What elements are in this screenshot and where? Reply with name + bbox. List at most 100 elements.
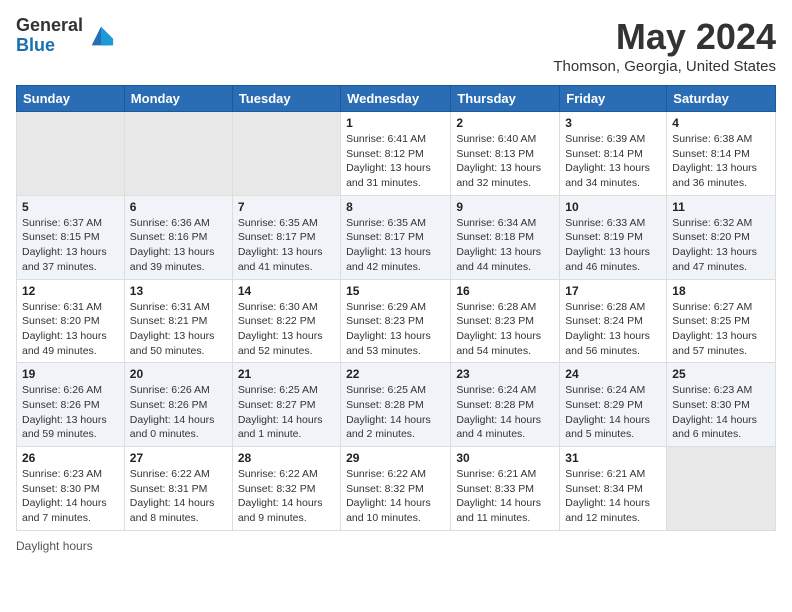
calendar-cell [124,112,232,196]
day-number: 13 [130,284,227,298]
day-info: Sunrise: 6:32 AM Sunset: 8:20 PM Dayligh… [672,216,770,275]
calendar-cell: 31 Sunrise: 6:21 AM Sunset: 8:34 PM Dayli… [560,447,667,531]
col-header-monday: Monday [124,86,232,112]
day-number: 23 [456,367,554,381]
month-title: May 2024 [553,16,776,58]
col-header-tuesday: Tuesday [232,86,340,112]
calendar-cell: 13 Sunrise: 6:31 AM Sunset: 8:21 PM Dayli… [124,279,232,363]
calendar-cell: 30Sunrise: 6:21 AM Sunset: 8:33 PM Dayli… [451,447,560,531]
day-number: 27 [130,451,227,465]
calendar-cell [667,447,776,531]
day-info: Sunrise: 6:21 AM Sunset: 8:34 PM Dayligh… [565,467,661,526]
location-title: Thomson, Georgia, United States [553,58,776,75]
calendar-cell: 3Sunrise: 6:39 AM Sunset: 8:14 PM Daylig… [560,112,667,196]
day-number: 22 [346,367,445,381]
day-number: 31 [565,451,661,465]
calendar-cell: 7 Sunrise: 6:35 AM Sunset: 8:17 PM Daylig… [232,195,340,279]
day-number: 25 [672,367,770,381]
day-number: 7 [238,200,335,214]
calendar-cell: 11 Sunrise: 6:32 AM Sunset: 8:20 PM Dayli… [667,195,776,279]
footer: Daylight hours [16,539,776,553]
day-number: 3 [565,116,661,130]
week-row-4: 19 Sunrise: 6:26 AM Sunset: 8:26 PM Dayli… [17,363,776,447]
day-info: Sunrise: 6:24 AM Sunset: 8:28 PM Dayligh… [456,383,554,442]
day-info: Sunrise: 6:29 AM Sunset: 8:23 PM Dayligh… [346,300,445,359]
calendar-cell: 15 Sunrise: 6:29 AM Sunset: 8:23 PM Dayli… [341,279,451,363]
calendar-cell: 23 Sunrise: 6:24 AM Sunset: 8:28 PM Dayli… [451,363,560,447]
day-number: 20 [130,367,227,381]
calendar-cell: 6 Sunrise: 6:36 AM Sunset: 8:16 PM Daylig… [124,195,232,279]
day-info: Sunrise: 6:41 AM Sunset: 8:12 PM Dayligh… [346,132,445,191]
day-info: Sunrise: 6:25 AM Sunset: 8:28 PM Dayligh… [346,383,445,442]
day-info: Sunrise: 6:23 AM Sunset: 8:30 PM Dayligh… [672,383,770,442]
calendar-cell: 10Sunrise: 6:33 AM Sunset: 8:19 PM Dayli… [560,195,667,279]
day-number: 26 [22,451,119,465]
calendar-cell: 21Sunrise: 6:25 AM Sunset: 8:27 PM Dayli… [232,363,340,447]
calendar-cell: 9Sunrise: 6:34 AM Sunset: 8:18 PM Daylig… [451,195,560,279]
calendar-table: SundayMondayTuesdayWednesdayThursdayFrid… [16,85,776,531]
day-info: Sunrise: 6:40 AM Sunset: 8:13 PM Dayligh… [456,132,554,191]
day-number: 19 [22,367,119,381]
day-info: Sunrise: 6:34 AM Sunset: 8:18 PM Dayligh… [456,216,554,275]
col-header-sunday: Sunday [17,86,125,112]
day-info: Sunrise: 6:36 AM Sunset: 8:16 PM Dayligh… [130,216,227,275]
calendar-cell: 25 Sunrise: 6:23 AM Sunset: 8:30 PM Dayli… [667,363,776,447]
day-number: 15 [346,284,445,298]
header-row: SundayMondayTuesdayWednesdayThursdayFrid… [17,86,776,112]
calendar-cell: 26 Sunrise: 6:23 AM Sunset: 8:30 PM Dayli… [17,447,125,531]
day-info: Sunrise: 6:26 AM Sunset: 8:26 PM Dayligh… [130,383,227,442]
day-number: 18 [672,284,770,298]
calendar-cell: 1 Sunrise: 6:41 AM Sunset: 8:12 PM Daylig… [341,112,451,196]
calendar-cell: 17 Sunrise: 6:28 AM Sunset: 8:24 PM Dayli… [560,279,667,363]
day-number: 5 [22,200,119,214]
col-header-saturday: Saturday [667,86,776,112]
day-info: Sunrise: 6:28 AM Sunset: 8:23 PM Dayligh… [456,300,554,359]
day-number: 1 [346,116,445,130]
calendar-cell: 24Sunrise: 6:24 AM Sunset: 8:29 PM Dayli… [560,363,667,447]
calendar-cell: 5 Sunrise: 6:37 AM Sunset: 8:15 PM Daylig… [17,195,125,279]
calendar-cell: 4Sunrise: 6:38 AM Sunset: 8:14 PM Daylig… [667,112,776,196]
calendar-cell: 28Sunrise: 6:22 AM Sunset: 8:32 PM Dayli… [232,447,340,531]
calendar-cell: 16 Sunrise: 6:28 AM Sunset: 8:23 PM Dayli… [451,279,560,363]
day-number: 10 [565,200,661,214]
week-row-5: 26 Sunrise: 6:23 AM Sunset: 8:30 PM Dayli… [17,447,776,531]
day-info: Sunrise: 6:37 AM Sunset: 8:15 PM Dayligh… [22,216,119,275]
calendar-cell [17,112,125,196]
calendar-cell [232,112,340,196]
daylight-label: Daylight hours [16,539,93,553]
day-info: Sunrise: 6:27 AM Sunset: 8:25 PM Dayligh… [672,300,770,359]
day-number: 14 [238,284,335,298]
day-number: 2 [456,116,554,130]
day-info: Sunrise: 6:30 AM Sunset: 8:22 PM Dayligh… [238,300,335,359]
col-header-friday: Friday [560,86,667,112]
day-info: Sunrise: 6:25 AM Sunset: 8:27 PM Dayligh… [238,383,335,442]
day-number: 11 [672,200,770,214]
week-row-3: 12Sunrise: 6:31 AM Sunset: 8:20 PM Dayli… [17,279,776,363]
day-info: Sunrise: 6:28 AM Sunset: 8:24 PM Dayligh… [565,300,661,359]
day-info: Sunrise: 6:23 AM Sunset: 8:30 PM Dayligh… [22,467,119,526]
day-info: Sunrise: 6:22 AM Sunset: 8:32 PM Dayligh… [238,467,335,526]
day-info: Sunrise: 6:31 AM Sunset: 8:21 PM Dayligh… [130,300,227,359]
day-info: Sunrise: 6:35 AM Sunset: 8:17 PM Dayligh… [346,216,445,275]
calendar-cell: 12Sunrise: 6:31 AM Sunset: 8:20 PM Dayli… [17,279,125,363]
logo-general: General [16,15,83,35]
calendar-cell: 22 Sunrise: 6:25 AM Sunset: 8:28 PM Dayli… [341,363,451,447]
day-number: 4 [672,116,770,130]
calendar-cell: 29Sunrise: 6:22 AM Sunset: 8:32 PM Dayli… [341,447,451,531]
day-number: 30 [456,451,554,465]
day-number: 8 [346,200,445,214]
day-info: Sunrise: 6:35 AM Sunset: 8:17 PM Dayligh… [238,216,335,275]
calendar-cell: 8 Sunrise: 6:35 AM Sunset: 8:17 PM Daylig… [341,195,451,279]
calendar-cell: 19Sunrise: 6:26 AM Sunset: 8:26 PM Dayli… [17,363,125,447]
day-number: 17 [565,284,661,298]
calendar-cell: 18 Sunrise: 6:27 AM Sunset: 8:25 PM Dayli… [667,279,776,363]
calendar-cell: 20 Sunrise: 6:26 AM Sunset: 8:26 PM Dayli… [124,363,232,447]
title-area: May 2024 Thomson, Georgia, United States [553,16,776,75]
day-number: 12 [22,284,119,298]
day-info: Sunrise: 6:24 AM Sunset: 8:29 PM Dayligh… [565,383,661,442]
calendar-cell: 14 Sunrise: 6:30 AM Sunset: 8:22 PM Dayli… [232,279,340,363]
day-number: 16 [456,284,554,298]
day-number: 6 [130,200,227,214]
page-header: General Blue May 2024 Thomson, Georgia, … [16,16,776,75]
day-info: Sunrise: 6:22 AM Sunset: 8:31 PM Dayligh… [130,467,227,526]
